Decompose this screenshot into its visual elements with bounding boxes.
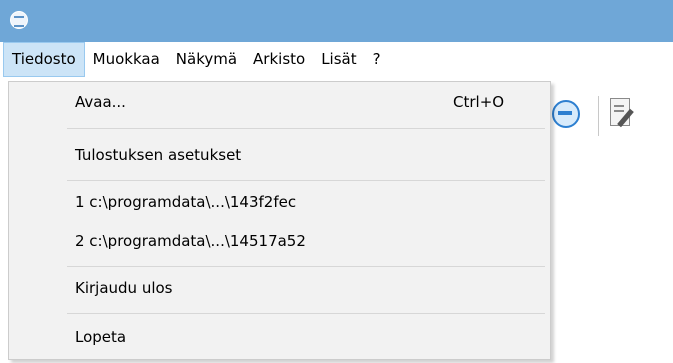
- app-logo-icon[interactable]: [10, 11, 28, 29]
- menu-muokkaa[interactable]: Muokkaa: [85, 42, 168, 77]
- document-edit-icon[interactable]: [610, 98, 634, 128]
- menu-lisat[interactable]: Lisät: [313, 42, 364, 77]
- menu-separator: [67, 313, 545, 314]
- title-bar: [0, 0, 673, 42]
- menu-item-open[interactable]: Avaa...: [75, 87, 126, 117]
- menu-separator: [67, 180, 545, 181]
- sync-icon[interactable]: [552, 100, 580, 128]
- menu-item-exit[interactable]: Lopeta: [75, 322, 126, 352]
- menu-item-recent-1[interactable]: 1 c:\programdata\...\143f2fec: [75, 187, 296, 217]
- menu-arkisto[interactable]: Arkisto: [245, 42, 313, 77]
- menu-bar: Tiedosto Muokkaa Näkymä Arkisto Lisät ?: [0, 42, 673, 77]
- menu-nakyma[interactable]: Näkymä: [168, 42, 245, 77]
- toolbar: [546, 90, 673, 150]
- menu-separator: [67, 266, 545, 267]
- menu-icon-gutter: [9, 82, 63, 359]
- toolbar-separator: [598, 96, 599, 136]
- menu-separator: [67, 128, 545, 129]
- menu-help[interactable]: ?: [365, 42, 389, 77]
- menu-item-logout[interactable]: Kirjaudu ulos: [75, 273, 173, 303]
- menu-item-recent-2[interactable]: 2 c:\programdata\...\14517a52: [75, 226, 306, 256]
- menu-item-open-shortcut: Ctrl+O: [453, 93, 505, 111]
- menu-item-print-setup[interactable]: Tulostuksen asetukset: [75, 140, 241, 170]
- menu-tiedosto[interactable]: Tiedosto: [3, 42, 85, 77]
- file-menu-dropdown: Avaa... Ctrl+O Tulostuksen asetukset 1 c…: [8, 81, 551, 360]
